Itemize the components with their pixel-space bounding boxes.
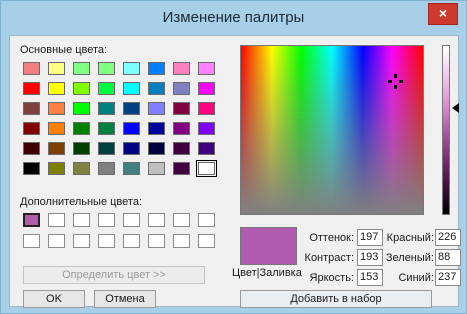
basic-color-swatch[interactable] [198, 82, 215, 95]
basic-color-swatch[interactable] [73, 142, 90, 155]
dialog-title: Изменение палитры [162, 9, 305, 26]
basic-color-swatch[interactable] [48, 142, 65, 155]
basic-color-swatch[interactable] [198, 122, 215, 135]
close-button[interactable]: × [428, 3, 458, 25]
basic-color-swatch[interactable] [73, 162, 90, 175]
color-spectrum[interactable] [240, 45, 424, 215]
basic-color-swatch[interactable] [173, 142, 190, 155]
ok-button[interactable]: OK [23, 290, 85, 308]
basic-color-swatch[interactable] [23, 62, 40, 75]
custom-color-swatch[interactable] [73, 213, 90, 227]
basic-color-swatch[interactable] [48, 82, 65, 95]
green-label: Зеленый: [385, 252, 434, 264]
basic-color-swatch[interactable] [98, 82, 115, 95]
custom-colors-grid [23, 213, 223, 255]
custom-color-swatch[interactable] [23, 213, 40, 227]
basic-color-swatch[interactable] [173, 162, 190, 175]
luminance-arrow-icon[interactable] [452, 103, 459, 113]
basic-color-swatch[interactable] [48, 122, 65, 135]
basic-color-swatch[interactable] [123, 102, 140, 115]
basic-color-swatch[interactable] [23, 142, 40, 155]
basic-color-swatch[interactable] [173, 122, 190, 135]
basic-color-swatch[interactable] [73, 62, 90, 75]
basic-color-swatch[interactable] [73, 122, 90, 135]
saturation-field[interactable]: 193 [357, 249, 383, 266]
basic-color-swatch[interactable] [198, 142, 215, 155]
saturation-label: Контраст: [304, 252, 354, 264]
custom-color-swatch[interactable] [48, 213, 65, 227]
basic-color-swatch[interactable] [148, 62, 165, 75]
basic-color-swatch[interactable] [73, 102, 90, 115]
basic-color-swatch[interactable] [198, 102, 215, 115]
basic-color-swatch[interactable] [98, 122, 115, 135]
custom-color-swatch[interactable] [73, 234, 90, 248]
hue-field[interactable]: 197 [357, 229, 383, 246]
red-label: Красный: [386, 232, 434, 244]
basic-color-swatch[interactable] [173, 102, 190, 115]
blue-label: Синий: [398, 272, 434, 284]
basic-color-swatch[interactable] [148, 142, 165, 155]
basic-color-swatch[interactable] [98, 162, 115, 175]
basic-color-swatch[interactable] [148, 162, 165, 175]
blue-field[interactable]: 237 [435, 269, 461, 286]
luminance-field[interactable]: 153 [357, 269, 383, 286]
basic-color-swatch[interactable] [23, 162, 40, 175]
green-field[interactable]: 88 [435, 249, 461, 266]
custom-color-swatch[interactable] [173, 213, 190, 227]
basic-color-swatch[interactable] [23, 82, 40, 95]
custom-color-swatch[interactable] [48, 234, 65, 248]
custom-color-swatch[interactable] [98, 234, 115, 248]
basic-colors-label: Основные цвета: [20, 44, 108, 56]
basic-color-swatch[interactable] [123, 162, 140, 175]
palette-dialog: Изменение палитры × Основные цвета: Допо… [0, 0, 467, 314]
dialog-client-area: Основные цвета: Дополнительные цвета: Оп… [9, 35, 461, 308]
basic-color-swatch[interactable] [148, 122, 165, 135]
custom-colors-label: Дополнительные цвета: [20, 196, 142, 208]
title-bar: Изменение палитры × [1, 1, 466, 35]
basic-color-swatch[interactable] [148, 102, 165, 115]
basic-color-swatch[interactable] [23, 122, 40, 135]
basic-colors-grid [23, 62, 223, 182]
basic-color-swatch[interactable] [123, 62, 140, 75]
luminance-label: Яркость: [309, 272, 354, 284]
custom-color-swatch[interactable] [148, 234, 165, 248]
basic-color-swatch[interactable] [173, 62, 190, 75]
custom-color-swatch[interactable] [123, 234, 140, 248]
red-field[interactable]: 226 [435, 229, 461, 246]
cancel-button[interactable]: Отмена [94, 290, 156, 308]
basic-color-swatch[interactable] [48, 62, 65, 75]
custom-color-swatch[interactable] [23, 234, 40, 248]
custom-color-swatch[interactable] [173, 234, 190, 248]
basic-color-swatch[interactable] [198, 62, 215, 75]
basic-color-swatch[interactable] [148, 82, 165, 95]
basic-color-swatch[interactable] [123, 122, 140, 135]
luminance-slider[interactable] [442, 45, 450, 215]
basic-color-swatch[interactable] [98, 142, 115, 155]
custom-color-swatch[interactable] [98, 213, 115, 227]
color-fill-label: Цвет|Заливка [232, 267, 302, 279]
crosshair-icon[interactable] [388, 74, 403, 89]
define-color-button[interactable]: Определить цвет >> [23, 266, 205, 284]
custom-color-swatch[interactable] [198, 234, 215, 248]
custom-color-swatch[interactable] [123, 213, 140, 227]
color-preview [240, 227, 297, 265]
custom-color-swatch[interactable] [148, 213, 165, 227]
basic-color-swatch[interactable] [48, 162, 65, 175]
hue-label: Оттенок: [309, 232, 354, 244]
basic-color-swatch[interactable] [48, 102, 65, 115]
add-to-custom-colors-button[interactable]: Добавить в набор [240, 290, 432, 308]
basic-color-swatch[interactable] [98, 102, 115, 115]
basic-color-swatch[interactable] [98, 62, 115, 75]
basic-color-swatch[interactable] [23, 102, 40, 115]
basic-color-swatch[interactable] [123, 142, 140, 155]
basic-color-swatch[interactable] [73, 82, 90, 95]
basic-color-swatch[interactable] [196, 160, 217, 177]
basic-color-swatch[interactable] [173, 82, 190, 95]
custom-color-swatch[interactable] [198, 213, 215, 227]
basic-color-swatch[interactable] [123, 82, 140, 95]
